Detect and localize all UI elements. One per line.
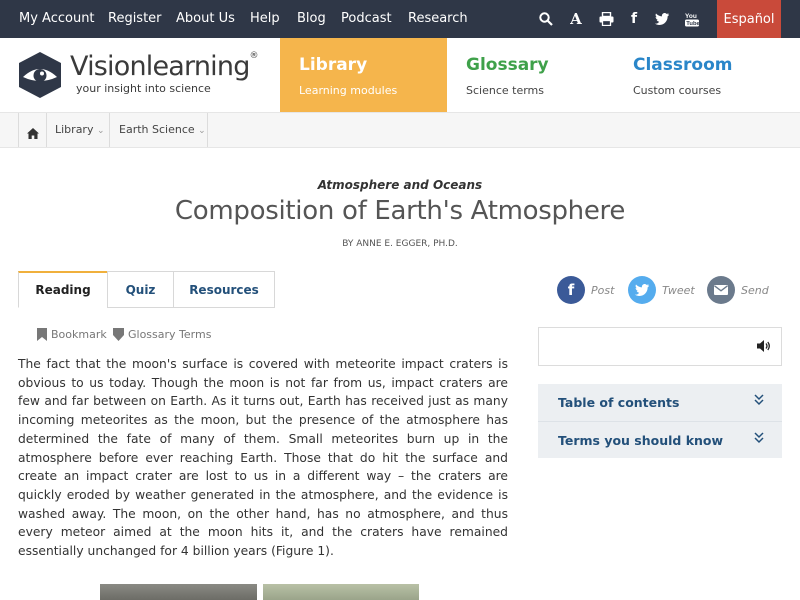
blog-link[interactable]: Blog xyxy=(297,11,326,27)
page-title: Composition of Earth's Atmosphere xyxy=(174,196,626,226)
share-send-button[interactable]: Send xyxy=(707,276,769,304)
facebook-icon[interactable]: f xyxy=(626,10,642,28)
print-icon[interactable] xyxy=(598,10,614,28)
breadcrumb-library[interactable]: Library ⌄ xyxy=(55,123,105,136)
speaker-icon[interactable] xyxy=(757,339,771,353)
share-post-label: Post xyxy=(591,283,615,297)
nav-tab-library[interactable]: Library Learning modules xyxy=(280,38,447,112)
research-link[interactable]: Research xyxy=(408,11,468,27)
figure-image-earth xyxy=(263,584,419,600)
audio-player[interactable] xyxy=(538,327,782,366)
tab-quiz[interactable]: Quiz xyxy=(107,271,174,308)
help-link[interactable]: Help xyxy=(250,11,280,27)
share-tweet-button[interactable]: Tweet xyxy=(628,276,695,304)
terms-you-should-know-panel[interactable]: Terms you should know xyxy=(538,421,782,458)
podcast-link[interactable]: Podcast xyxy=(341,11,392,27)
table-of-contents-panel[interactable]: Table of contents xyxy=(538,384,782,421)
breadcrumb-earth-science[interactable]: Earth Science ⌄ xyxy=(119,123,206,136)
nav-tab-glossary[interactable]: Glossary Science terms xyxy=(447,38,614,112)
logo-tagline: your insight into science xyxy=(76,82,211,95)
share-post-button[interactable]: f Post xyxy=(557,276,614,304)
tab-reading[interactable]: Reading xyxy=(18,271,108,308)
about-us-link[interactable]: About Us xyxy=(176,11,235,27)
email-icon xyxy=(707,276,735,304)
terms-you-should-know-label: Terms you should know xyxy=(558,433,724,448)
chevron-double-down-icon xyxy=(754,432,764,444)
search-icon[interactable] xyxy=(538,10,554,28)
svg-text:Tube: Tube xyxy=(686,21,699,27)
tab-resources[interactable]: Resources xyxy=(173,271,275,308)
glossary-icon xyxy=(113,328,124,341)
font-size-icon[interactable]: A xyxy=(568,10,584,28)
nav-tab-glossary-subtitle: Science terms xyxy=(466,84,544,97)
facebook-icon: f xyxy=(557,276,585,304)
chevron-double-down-icon xyxy=(754,394,764,406)
nav-tab-classroom-title: Classroom xyxy=(633,55,733,75)
share-send-label: Send xyxy=(741,283,769,297)
article-author: BY ANNE E. EGGER, PH.D. xyxy=(342,239,458,249)
bookmark-icon xyxy=(37,328,47,341)
logo-wordmark[interactable]: Visionlearning® xyxy=(70,51,259,82)
glossary-terms-button[interactable]: Glossary Terms xyxy=(113,328,211,341)
twitter-icon xyxy=(628,276,656,304)
breadcrumb-separator xyxy=(46,113,47,147)
breadcrumb-separator xyxy=(109,113,110,147)
table-of-contents-label: Table of contents xyxy=(558,395,680,410)
chevron-down-icon: ⌄ xyxy=(96,126,105,136)
register-link[interactable]: Register xyxy=(108,11,162,27)
language-espanol-button[interactable]: Español xyxy=(717,0,781,38)
youtube-icon[interactable]: You Tube xyxy=(684,10,700,28)
nav-tab-glossary-title: Glossary xyxy=(466,55,549,75)
nav-tab-classroom-subtitle: Custom courses xyxy=(633,84,722,97)
article-body-paragraph: The fact that the moon's surface is cove… xyxy=(18,357,508,559)
figure-image-moon xyxy=(100,584,257,600)
nav-tab-library-subtitle: Learning modules xyxy=(299,84,398,97)
share-tweet-label: Tweet xyxy=(662,283,695,297)
home-icon[interactable] xyxy=(27,124,39,139)
twitter-icon[interactable] xyxy=(654,10,670,28)
chevron-down-icon: ⌄ xyxy=(198,126,206,136)
nav-tab-library-title: Library xyxy=(299,55,368,75)
bookmark-label: Bookmark xyxy=(51,328,107,341)
my-account-link[interactable]: My Account xyxy=(19,11,95,27)
svg-text:You: You xyxy=(685,13,697,20)
visionlearning-logo-icon[interactable] xyxy=(18,51,62,99)
breadcrumb-separator xyxy=(207,113,208,147)
nav-tab-classroom[interactable]: Classroom Custom courses xyxy=(614,38,800,112)
bookmark-button[interactable]: Bookmark xyxy=(37,328,107,341)
article-category: Atmosphere and Oceans xyxy=(317,178,483,192)
glossary-terms-label: Glossary Terms xyxy=(128,328,212,341)
